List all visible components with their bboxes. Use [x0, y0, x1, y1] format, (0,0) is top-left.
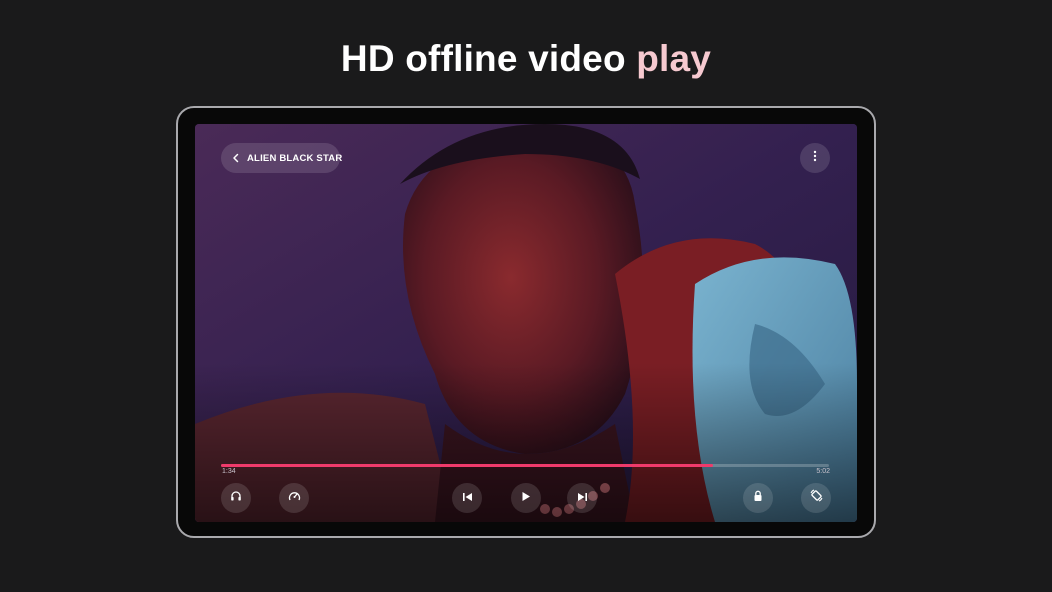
video-frame — [195, 124, 857, 522]
back-title-button[interactable]: ALIEN BLACK STAR — [221, 143, 343, 173]
play-button[interactable] — [511, 483, 541, 513]
playback-speed-button[interactable] — [279, 483, 309, 513]
screen-lock-button[interactable] — [743, 483, 773, 513]
video-player[interactable]: ALIEN BLACK STAR 1:34 5:02 — [195, 124, 857, 522]
previous-button[interactable] — [452, 483, 482, 513]
lock-icon — [753, 489, 763, 507]
seek-progress — [221, 464, 714, 467]
promo-headline: HD offline video play — [0, 38, 1052, 80]
play-icon — [521, 489, 531, 507]
total-duration: 5:02 — [816, 468, 830, 475]
headphones-icon — [230, 489, 242, 507]
headline-accent: play — [636, 38, 712, 79]
speed-icon — [288, 489, 301, 507]
more-vertical-icon — [813, 149, 817, 167]
next-button[interactable] — [567, 483, 597, 513]
skip-previous-icon — [462, 489, 473, 507]
video-title: ALIEN BLACK STAR — [247, 152, 343, 164]
skip-next-icon — [577, 489, 588, 507]
more-options-button[interactable] — [800, 143, 830, 173]
audio-mode-button[interactable] — [221, 483, 251, 513]
headline-main: HD offline video — [340, 38, 637, 79]
elapsed-time: 1:34 — [222, 468, 236, 475]
screen-rotation-icon — [810, 489, 823, 507]
seek-bar[interactable] — [221, 464, 829, 467]
chevron-left-icon — [231, 151, 241, 165]
rotate-screen-button[interactable] — [801, 483, 831, 513]
